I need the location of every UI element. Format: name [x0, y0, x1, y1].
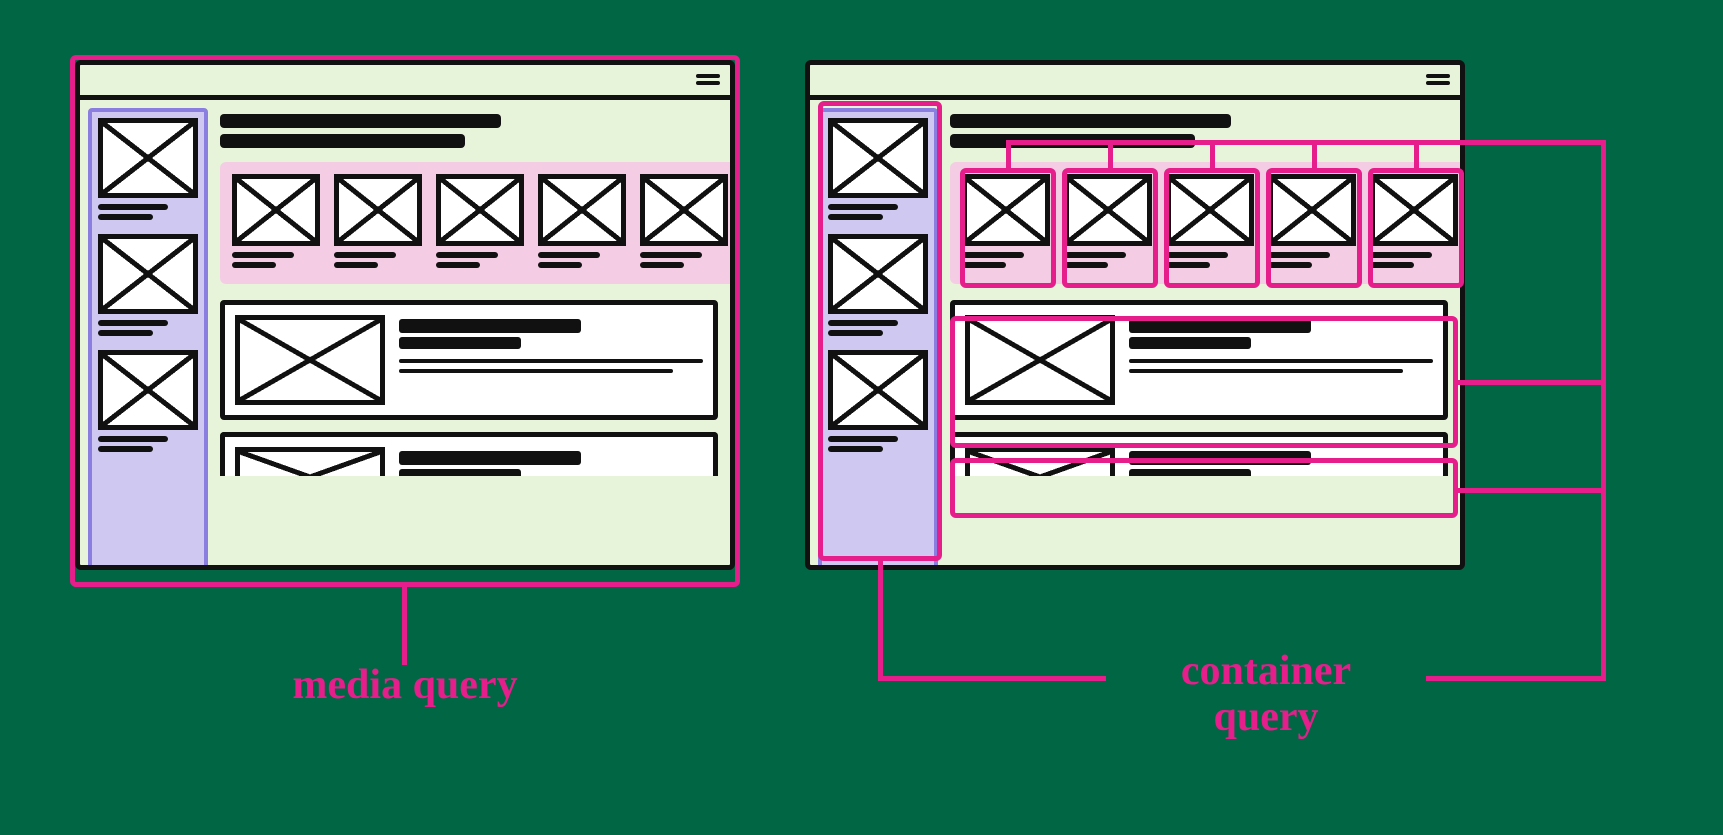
carousel-card — [1166, 174, 1254, 272]
sidebar-card — [98, 234, 198, 336]
card-carousel — [950, 162, 1465, 284]
sidebar — [88, 108, 208, 570]
feature-text — [1129, 447, 1433, 476]
image-placeholder-icon — [828, 118, 928, 198]
text-lines — [232, 252, 320, 268]
connector-line — [878, 561, 883, 679]
image-placeholder-icon — [232, 174, 320, 246]
carousel-card — [1268, 174, 1356, 272]
text-lines — [538, 252, 626, 268]
menu-icon — [1426, 71, 1450, 88]
text-lines — [436, 252, 524, 268]
feature-row — [220, 300, 718, 420]
sidebar-card — [828, 234, 928, 336]
text-lines — [828, 320, 928, 336]
text-lines — [640, 252, 728, 268]
text-lines — [98, 320, 198, 336]
image-placeholder-icon — [962, 174, 1050, 246]
text-lines — [828, 436, 928, 452]
image-placeholder-icon — [235, 447, 385, 476]
connector-line — [1458, 380, 1606, 385]
image-placeholder-icon — [1064, 174, 1152, 246]
connector-line — [878, 676, 1106, 681]
label-line-1: container — [1181, 648, 1351, 694]
image-placeholder-icon — [436, 174, 524, 246]
text-lines — [1370, 252, 1458, 268]
connector-line — [1466, 140, 1606, 145]
feature-row — [950, 300, 1448, 420]
panel-body — [80, 100, 730, 565]
label-line-2: query — [1214, 694, 1319, 740]
label-media-query: media query — [255, 662, 555, 708]
feature-text — [399, 447, 703, 476]
carousel-card — [962, 174, 1050, 272]
image-placeholder-icon — [235, 315, 385, 405]
connector-line — [1601, 140, 1606, 680]
feature-row-partial — [950, 432, 1448, 476]
image-placeholder-icon — [640, 174, 728, 246]
carousel-card — [232, 174, 320, 272]
image-placeholder-icon — [965, 447, 1115, 476]
text-lines — [962, 252, 1050, 268]
image-placeholder-icon — [1268, 174, 1356, 246]
panel-media-query — [75, 60, 735, 570]
image-placeholder-icon — [334, 174, 422, 246]
connector-line — [1426, 676, 1606, 681]
carousel-card — [334, 174, 422, 272]
carousel-card — [538, 174, 626, 272]
panel-container-query — [805, 60, 1465, 570]
image-placeholder-icon — [828, 234, 928, 314]
feature-row-partial — [220, 432, 718, 476]
text-lines — [334, 252, 422, 268]
diagram-stage: media query container query — [0, 0, 1723, 835]
label-container-query: container query — [1106, 648, 1426, 740]
window-chrome — [80, 65, 730, 100]
carousel-card — [1064, 174, 1152, 272]
heading-lines — [950, 114, 1460, 148]
main-area — [950, 108, 1460, 565]
menu-icon — [696, 71, 720, 88]
heading-lines — [220, 114, 730, 148]
text-lines — [98, 436, 198, 452]
image-placeholder-icon — [98, 350, 198, 430]
image-placeholder-icon — [98, 118, 198, 198]
panel-body — [810, 100, 1460, 565]
image-placeholder-icon — [1166, 174, 1254, 246]
text-lines — [1268, 252, 1356, 268]
card-carousel — [220, 162, 735, 284]
image-placeholder-icon — [965, 315, 1115, 405]
image-placeholder-icon — [98, 234, 198, 314]
connector-line — [1458, 488, 1606, 493]
sidebar-card — [828, 118, 928, 220]
feature-text — [399, 315, 703, 405]
text-lines — [828, 204, 928, 220]
text-lines — [98, 204, 198, 220]
sidebar-card — [98, 350, 198, 452]
main-area — [220, 108, 730, 565]
image-placeholder-icon — [828, 350, 928, 430]
sidebar-card — [98, 118, 198, 220]
image-placeholder-icon — [538, 174, 626, 246]
text-lines — [1166, 252, 1254, 268]
sidebar-card — [828, 350, 928, 452]
window-chrome — [810, 65, 1460, 100]
connector-line — [402, 587, 407, 665]
carousel-card — [436, 174, 524, 272]
text-lines — [1064, 252, 1152, 268]
feature-text — [1129, 315, 1433, 405]
carousel-card — [640, 174, 728, 272]
carousel-card — [1370, 174, 1458, 272]
image-placeholder-icon — [1370, 174, 1458, 246]
sidebar — [818, 108, 938, 570]
